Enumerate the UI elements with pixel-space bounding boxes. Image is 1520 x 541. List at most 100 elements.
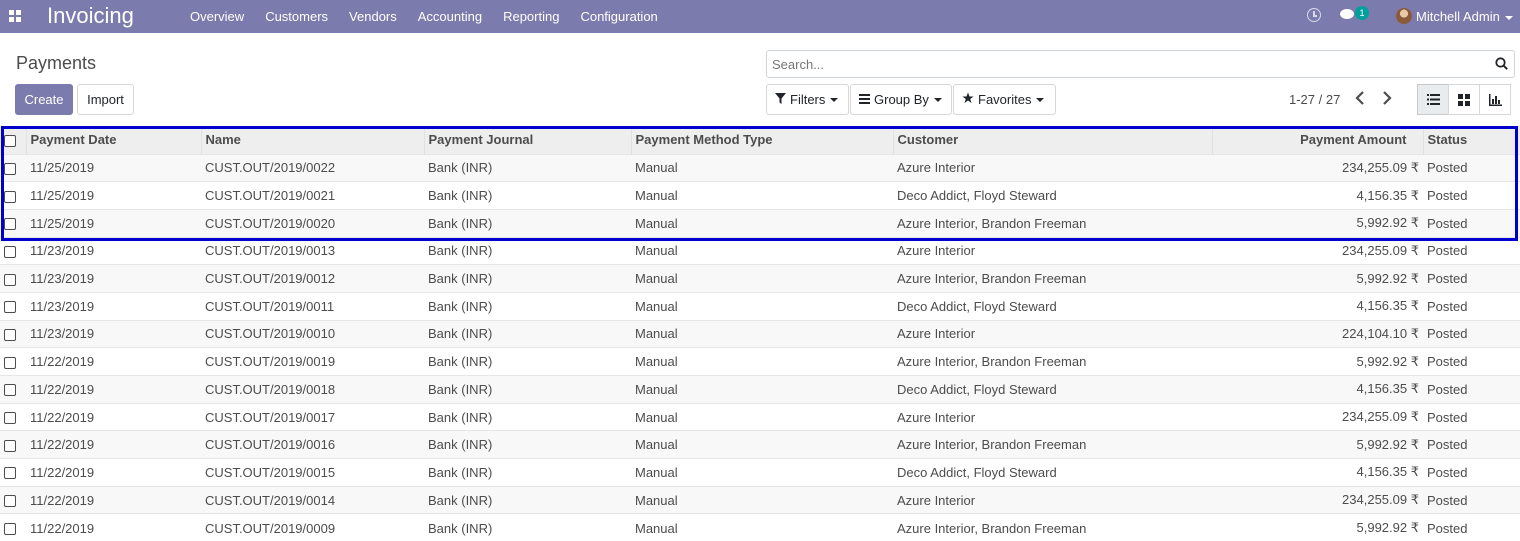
table-row[interactable]: 11/23/2019 CUST.OUT/2019/0011 Bank (INR) Ma… (0, 291, 1520, 321)
name-cell: CUST.OUT/2019/0011 (201, 291, 424, 321)
customer-cell: Azure Interior (893, 319, 1212, 348)
payment-method-type-cell: Manual (631, 153, 893, 182)
column-header-payment-journal[interactable]: Payment Journal (423, 126, 631, 154)
payment-method-type-cell: Manual (631, 430, 893, 459)
row-checkbox[interactable] (4, 439, 16, 452)
row-checkbox[interactable] (4, 301, 16, 314)
row-select-cell (0, 402, 26, 431)
payment-date-cell: 11/23/2019 (26, 236, 201, 265)
chat-icon[interactable] (1340, 9, 1354, 19)
row-checkbox[interactable] (4, 467, 16, 480)
row-select-cell (0, 208, 26, 238)
row-checkbox[interactable] (4, 523, 16, 536)
payment-date-cell: 11/25/2019 (26, 208, 201, 238)
status-cell: Posted (1423, 181, 1520, 210)
column-header-name[interactable]: Name (200, 126, 424, 154)
table-row[interactable]: 11/25/2019 CUST.OUT/2019/0022 Bank (INR) Ma… (0, 153, 1520, 182)
payment-amount-cell: 5,992.92 ₹ (1212, 347, 1423, 376)
table-row[interactable]: 11/22/2019 CUST.OUT/2019/0014 Bank (INR) Ma… (0, 485, 1520, 514)
list-bars-icon (859, 93, 870, 107)
user-menu[interactable]: Mitchell Admin (1416, 9, 1513, 24)
user-avatar[interactable] (1396, 8, 1412, 24)
payment-journal-cell: Bank (INR) (424, 375, 631, 404)
name-cell: CUST.OUT/2019/0019 (201, 347, 424, 376)
status-cell: Posted (1423, 430, 1520, 459)
graph-view-button[interactable] (1479, 84, 1511, 115)
table-row[interactable]: 11/22/2019 CUST.OUT/2019/0018 Bank (INR) Ma… (0, 375, 1520, 404)
chevron-right-icon[interactable] (1381, 90, 1393, 106)
column-header-payment-date[interactable]: Payment Date (25, 126, 201, 154)
table-row[interactable]: 11/23/2019 CUST.OUT/2019/0012 Bank (INR) Ma… (0, 264, 1520, 293)
table-row[interactable]: 11/23/2019 CUST.OUT/2019/0013 Bank (INR) Ma… (0, 236, 1520, 265)
table-row[interactable]: 11/23/2019 CUST.OUT/2019/0010 Bank (INR) Ma… (0, 319, 1520, 348)
table-row[interactable]: 11/22/2019 CUST.OUT/2019/0015 Bank (INR) Ma… (0, 458, 1520, 487)
row-checkbox[interactable] (4, 245, 16, 258)
pager-value[interactable]: 1-27 / 27 (1289, 92, 1340, 107)
payment-journal-cell: Bank (INR) (424, 458, 631, 487)
table-row[interactable]: 11/22/2019 CUST.OUT/2019/0019 Bank (INR) Ma… (0, 347, 1520, 376)
payment-amount-cell: 234,255.09 ₹ (1212, 402, 1423, 431)
main-menu: Overview Customers Vendors Accounting Re… (190, 9, 679, 24)
filters-button[interactable]: Filters (766, 84, 849, 115)
row-select-cell (0, 375, 26, 404)
row-select-cell (0, 458, 26, 487)
table-row[interactable]: 11/25/2019 CUST.OUT/2019/0021 Bank (INR) Ma… (0, 181, 1520, 210)
column-header-payment-method-type[interactable]: Payment Method Type (630, 126, 893, 154)
search-input[interactable] (772, 55, 1472, 73)
activity-clock-icon[interactable] (1307, 8, 1321, 22)
payment-journal-cell: Bank (INR) (424, 291, 631, 321)
menu-item-accounting[interactable]: Accounting (418, 9, 482, 24)
caret-down-icon (1504, 15, 1513, 20)
import-button[interactable]: Import (77, 84, 134, 115)
menu-item-vendors[interactable]: Vendors (349, 9, 397, 24)
row-checkbox[interactable] (4, 273, 16, 286)
table-row[interactable]: 11/22/2019 CUST.OUT/2019/0016 Bank (INR) Ma… (0, 430, 1520, 459)
kanban-view-button[interactable] (1448, 84, 1480, 115)
select-all-checkbox[interactable] (4, 134, 16, 147)
payment-journal-cell: Bank (INR) (424, 430, 631, 459)
table-row[interactable]: 11/22/2019 CUST.OUT/2019/0017 Bank (INR) Ma… (0, 402, 1520, 431)
menu-item-reporting[interactable]: Reporting (503, 9, 559, 24)
chevron-left-icon[interactable] (1354, 90, 1366, 106)
app-title[interactable]: Invoicing (47, 3, 134, 29)
payment-date-cell: 11/22/2019 (26, 485, 201, 514)
payment-journal-cell: Bank (INR) (424, 402, 631, 431)
caret-down-icon (830, 97, 839, 102)
payment-date-cell: 11/25/2019 (26, 153, 201, 182)
table-row[interactable]: 11/25/2019 CUST.OUT/2019/0020 Bank (INR) Ma… (0, 208, 1520, 238)
payment-date-cell: 11/22/2019 (26, 347, 201, 376)
search-icon[interactable] (1495, 57, 1508, 70)
menu-item-customers[interactable]: Customers (265, 9, 328, 24)
row-checkbox[interactable] (4, 412, 16, 425)
row-select-cell (0, 153, 26, 182)
column-header-payment-amount[interactable]: Payment Amount (1211, 126, 1423, 154)
create-button[interactable]: Create (15, 84, 73, 115)
favorites-button[interactable]: Favorites (953, 84, 1056, 115)
row-checkbox[interactable] (4, 162, 16, 175)
menu-item-configuration[interactable]: Configuration (580, 9, 657, 24)
status-cell: Posted (1423, 485, 1520, 514)
list-view-button[interactable] (1417, 84, 1449, 115)
menu-item-overview[interactable]: Overview (190, 9, 244, 24)
customer-cell: Deco Addict, Floyd Steward (893, 291, 1212, 321)
user-name: Mitchell Admin (1416, 9, 1500, 24)
groupby-button[interactable]: Group By (850, 84, 952, 115)
row-checkbox[interactable] (4, 384, 16, 397)
payment-amount-cell: 4,156.35 ₹ (1212, 181, 1423, 210)
column-header-status[interactable]: Status (1422, 126, 1520, 154)
status-cell: Posted (1423, 291, 1520, 321)
page-title: Payments (16, 53, 97, 73)
payment-date-cell: 11/22/2019 (26, 375, 201, 404)
row-select-cell (0, 264, 26, 293)
status-cell: Posted (1423, 153, 1520, 182)
payment-amount-cell: 4,156.35 ₹ (1212, 458, 1423, 487)
row-checkbox[interactable] (4, 218, 16, 231)
row-checkbox[interactable] (4, 190, 16, 203)
table-row[interactable]: 11/22/2019 CUST.OUT/2019/0009 Bank (INR) Ma… (0, 513, 1520, 541)
apps-grid-icon[interactable] (9, 10, 21, 22)
payment-method-type-cell: Manual (631, 264, 893, 293)
row-checkbox[interactable] (4, 329, 16, 342)
column-header-customer[interactable]: Customer (892, 126, 1212, 154)
row-checkbox[interactable] (4, 495, 16, 508)
row-checkbox[interactable] (4, 356, 16, 369)
